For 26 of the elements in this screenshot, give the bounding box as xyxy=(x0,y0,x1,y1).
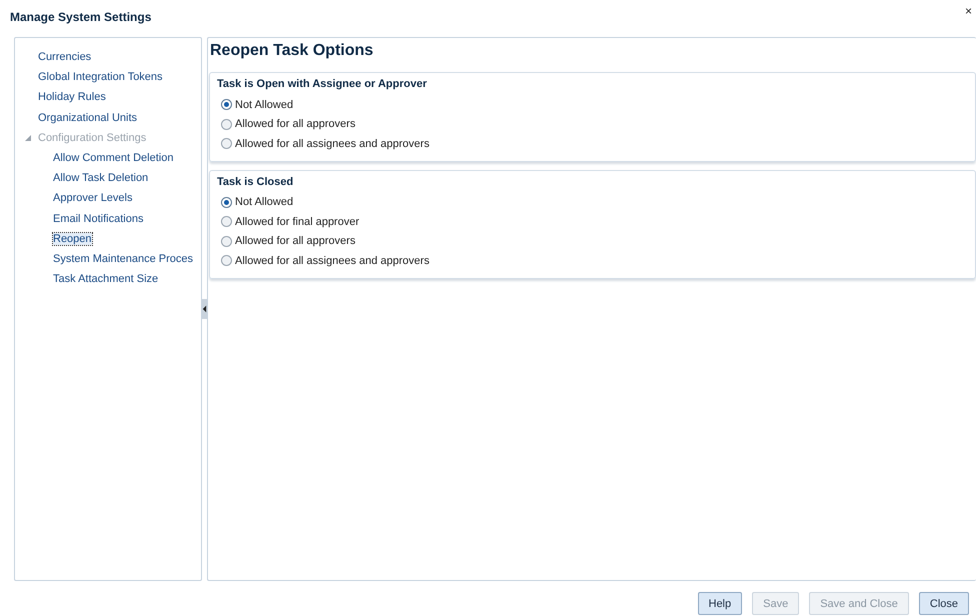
radio-button[interactable] xyxy=(221,99,232,110)
radio-label: Allowed for all assignees and approvers xyxy=(235,138,430,150)
radio-button[interactable] xyxy=(221,216,232,228)
radio-button[interactable] xyxy=(221,255,232,266)
radio-label: Allowed for final approver xyxy=(235,216,360,228)
radio-label: Allowed for all assignees and approvers xyxy=(235,254,430,267)
radio-label: Not Allowed xyxy=(235,98,294,111)
sidebar-item[interactable]: Global Integration Tokens xyxy=(38,71,163,84)
panel-heading: Reopen Task Options xyxy=(209,42,374,61)
sidebar-item[interactable]: Organizational Units xyxy=(38,112,138,124)
group-title: Task is Closed xyxy=(217,176,294,190)
radio-label: Allowed for all approvers xyxy=(235,118,356,130)
radio-button[interactable] xyxy=(221,196,232,208)
radio-label: Allowed for all approvers xyxy=(235,235,356,248)
sidebar-item[interactable]: Holiday Rules xyxy=(38,91,106,104)
radio-button[interactable] xyxy=(221,118,232,130)
radio-button[interactable] xyxy=(221,138,232,150)
close-button[interactable]: × xyxy=(960,4,976,18)
sidebar-item[interactable]: Currencies xyxy=(38,51,92,64)
collapse-handle-icon[interactable] xyxy=(202,297,207,321)
dialog-button[interactable]: Close xyxy=(918,592,969,615)
radio-button[interactable] xyxy=(221,236,232,247)
radio-label: Not Allowed xyxy=(235,196,294,208)
window-title: Manage System Settings xyxy=(10,10,152,24)
dialog-button[interactable]: Help xyxy=(698,592,742,615)
group-title: Task is Open with Assignee or Approver xyxy=(217,78,428,92)
